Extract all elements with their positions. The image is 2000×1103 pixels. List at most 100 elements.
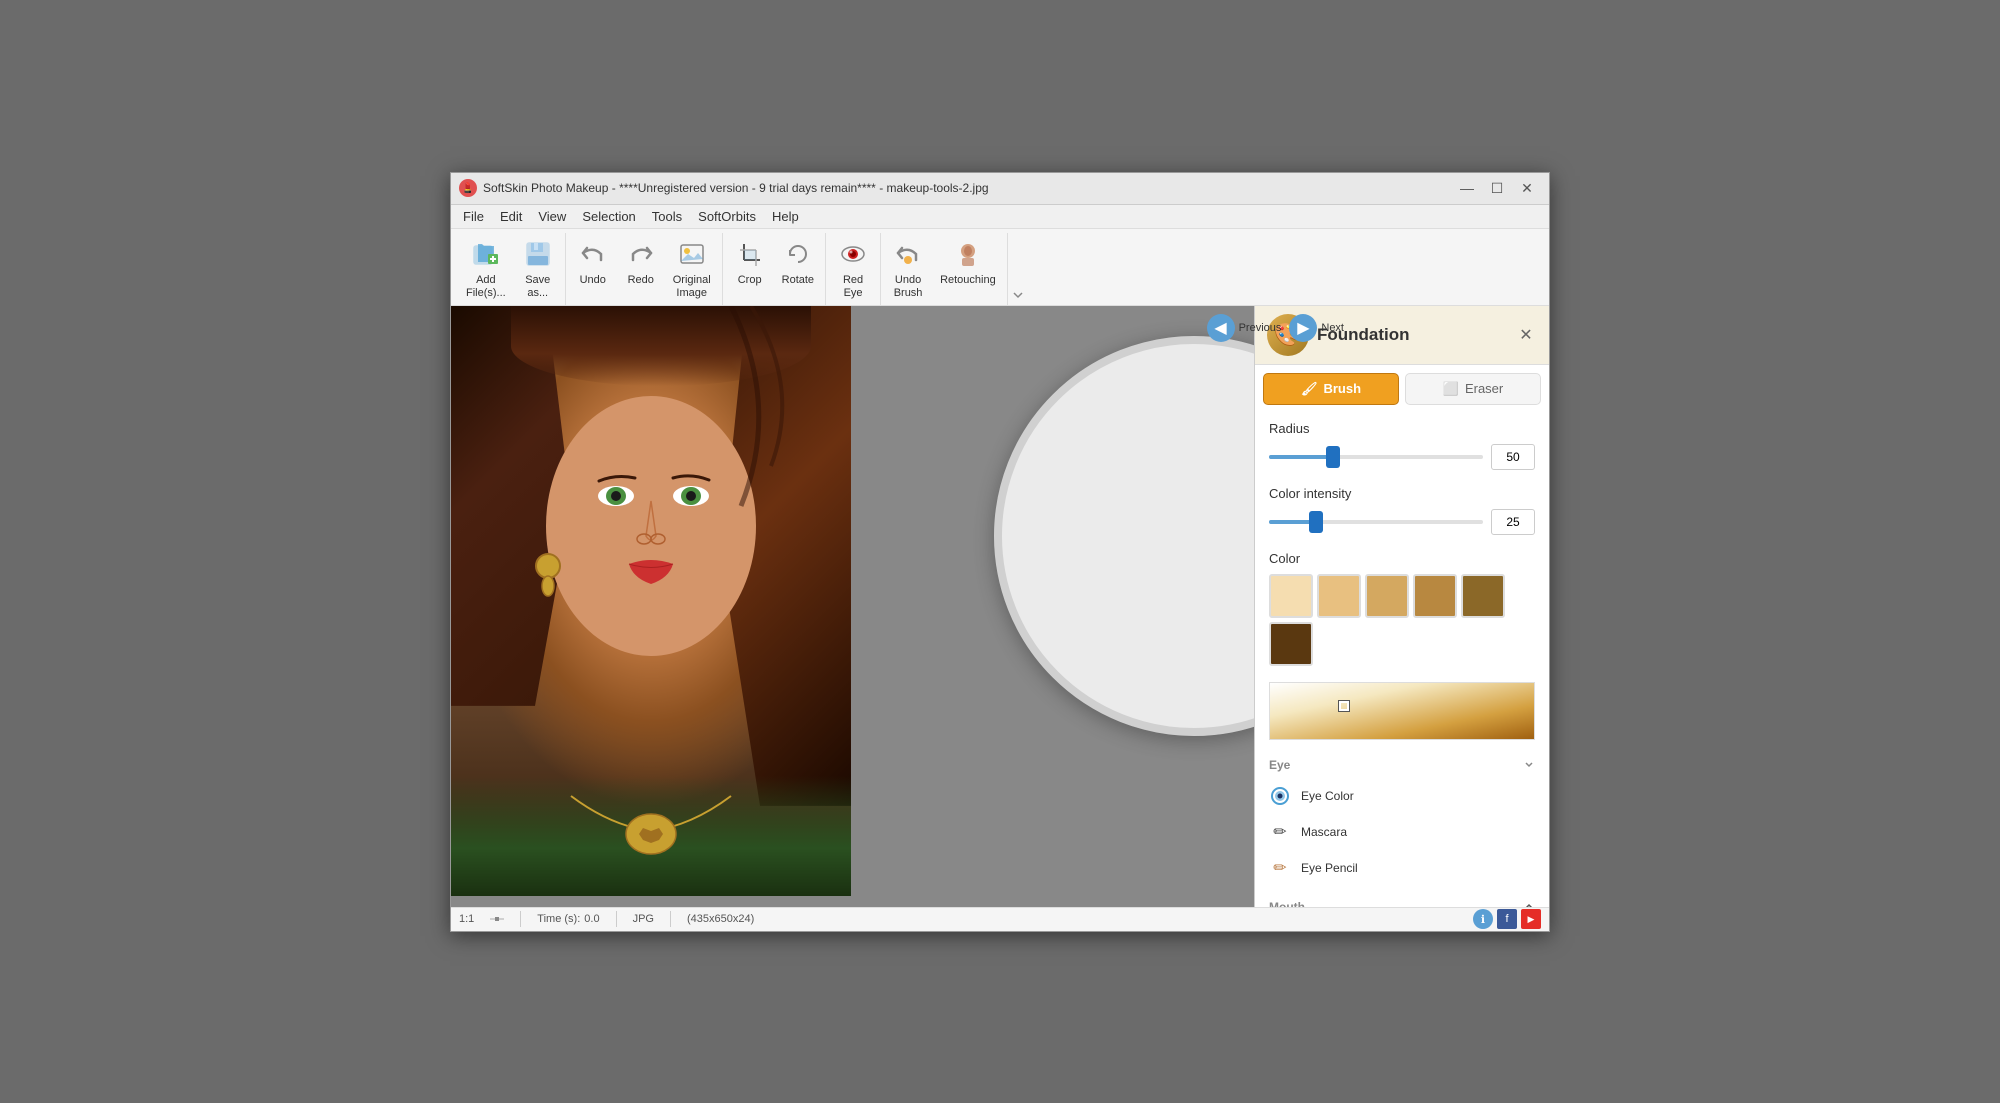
color-picker[interactable] [1269, 682, 1535, 740]
close-button[interactable]: ✕ [1513, 177, 1541, 199]
eraser-icon: ⬜ [1443, 381, 1459, 397]
info-icon[interactable]: ℹ [1473, 909, 1493, 929]
content-area: ◀ Previous ▶ Next [451, 306, 1549, 907]
dimensions-value: (435x650x24) [687, 913, 754, 925]
facebook-icon[interactable]: f [1497, 909, 1517, 929]
mascara-label: Mascara [1301, 825, 1347, 839]
title-buttons: — ☐ ✕ [1453, 177, 1541, 199]
intensity-row: 25 [1269, 509, 1535, 535]
zoom-controls [490, 914, 504, 924]
photo [451, 306, 851, 896]
mascara-item[interactable]: ✏ Mascara [1255, 814, 1549, 850]
undo-brush-icon [892, 238, 924, 270]
mascara-icon: ✏ [1269, 821, 1291, 843]
radius-fill [1269, 455, 1333, 459]
undo-button[interactable]: Undo [570, 233, 616, 292]
original-image-button[interactable]: OriginalImage [666, 233, 718, 305]
next-label: Next [1321, 322, 1344, 334]
swatch-6[interactable] [1269, 622, 1313, 666]
crop-button[interactable]: Crop [727, 233, 773, 292]
eye-section: Eye Eye Color [1255, 748, 1549, 890]
toolbar-expand [1008, 233, 1028, 305]
color-swatches [1269, 574, 1535, 666]
toolbar-group-files: AddFile(s)... Saveas... [455, 233, 566, 305]
color-intensity-section: Color intensity 25 [1255, 478, 1549, 543]
next-button[interactable]: ▶ [1289, 314, 1317, 342]
intensity-thumb[interactable] [1309, 511, 1323, 533]
menu-softorbits[interactable]: SoftOrbits [690, 207, 764, 226]
undo-label: Undo [580, 274, 606, 287]
mouth-section: Mouth ✏ Lipstick [1255, 890, 1549, 907]
radius-section: Radius 50 [1255, 413, 1549, 478]
prev-button[interactable]: ◀ [1207, 314, 1235, 342]
panel-close-button[interactable]: ✕ [1515, 324, 1537, 346]
add-files-button[interactable]: AddFile(s)... [459, 233, 513, 305]
tool-tabs: 🖌 Brush ⬜ Eraser [1255, 365, 1549, 413]
brush-label: Brush [1323, 381, 1361, 396]
rotate-button[interactable]: Rotate [775, 233, 821, 292]
redo-button[interactable]: Redo [618, 233, 664, 292]
eye-color-item[interactable]: Eye Color [1255, 778, 1549, 814]
color-gradient [1269, 682, 1535, 740]
radius-thumb[interactable] [1326, 446, 1340, 468]
radius-track [1269, 455, 1483, 459]
brush-tab[interactable]: 🖌 Brush [1263, 373, 1399, 405]
red-eye-label: RedEye [843, 274, 863, 300]
swatch-2[interactable] [1317, 574, 1361, 618]
radius-label: Radius [1269, 421, 1535, 436]
time-status: Time (s): 0.0 [537, 913, 599, 925]
minimize-button[interactable]: — [1453, 177, 1481, 199]
crop-label: Crop [738, 274, 762, 287]
eye-color-icon [1269, 785, 1291, 807]
prev-label: Previous [1239, 322, 1282, 334]
menu-tools[interactable]: Tools [644, 207, 690, 226]
mouth-label: Mouth [1269, 900, 1305, 907]
menu-help[interactable]: Help [764, 207, 807, 226]
eye-color-label: Eye Color [1301, 789, 1354, 803]
color-cursor [1339, 701, 1349, 711]
nav-area: ◀ Previous ▶ Next [1207, 314, 1344, 342]
eraser-tab[interactable]: ⬜ Eraser [1405, 373, 1541, 405]
eraser-label: Eraser [1465, 381, 1503, 396]
color-intensity-label: Color intensity [1269, 486, 1535, 501]
retouching-button[interactable]: Retouching [933, 233, 1003, 292]
mouth-expand-icon [1523, 901, 1535, 907]
window-title: SoftSkin Photo Makeup - ****Unregistered… [483, 181, 1453, 195]
eye-expand-icon [1523, 759, 1535, 771]
toolbar-group-edit: Undo Redo [566, 233, 723, 305]
toolbar: AddFile(s)... Saveas... [451, 229, 1549, 306]
menu-edit[interactable]: Edit [492, 207, 530, 226]
original-image-label: OriginalImage [673, 274, 711, 300]
eye-pencil-label: Eye Pencil [1301, 861, 1358, 875]
swatch-3[interactable] [1365, 574, 1409, 618]
color-label: Color [1269, 551, 1535, 566]
save-as-button[interactable]: Saveas... [515, 233, 561, 305]
youtube-icon[interactable]: ▶ [1521, 909, 1541, 929]
save-as-icon [522, 238, 554, 270]
app-icon: 💄 [459, 179, 477, 197]
swatch-4[interactable] [1413, 574, 1457, 618]
necklace-svg [451, 776, 851, 896]
eye-pencil-item[interactable]: ✏ Eye Pencil [1255, 850, 1549, 886]
status-bar: 1:1 Time (s): 0.0 JPG (435x650x24) [451, 907, 1549, 931]
eye-section-header: Eye [1255, 752, 1549, 778]
sep-2 [616, 911, 617, 927]
red-eye-button[interactable]: RedEye [830, 233, 876, 305]
swatch-5[interactable] [1461, 574, 1505, 618]
maximize-button[interactable]: ☐ [1483, 177, 1511, 199]
retouching-icon [952, 238, 984, 270]
menu-file[interactable]: File [455, 207, 492, 226]
menu-selection[interactable]: Selection [574, 207, 643, 226]
eye-pencil-icon: ✏ [1269, 857, 1291, 879]
undo-brush-button[interactable]: UndoBrush [885, 233, 931, 305]
brush-icon: 🖌 [1301, 381, 1318, 397]
intensity-track [1269, 520, 1483, 524]
redo-icon [625, 238, 657, 270]
intensity-value[interactable]: 25 [1491, 509, 1535, 535]
swatch-1[interactable] [1269, 574, 1313, 618]
sep-3 [670, 911, 671, 927]
radius-value[interactable]: 50 [1491, 444, 1535, 470]
menu-view[interactable]: View [530, 207, 574, 226]
zoom-slider-icon [490, 914, 504, 924]
clothing [451, 776, 851, 896]
